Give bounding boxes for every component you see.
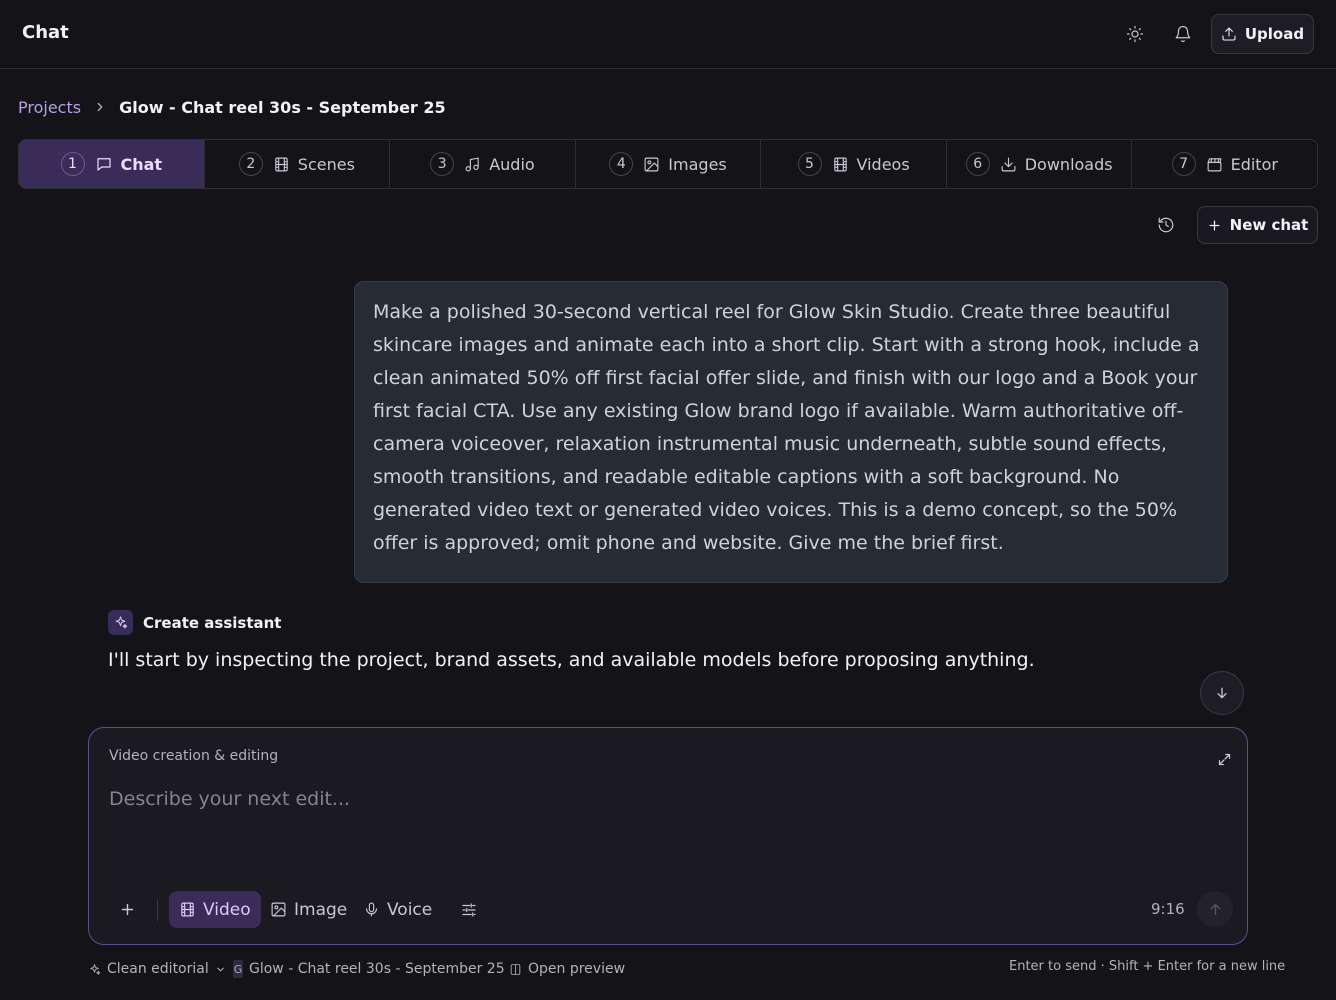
mode-image-button[interactable]: Image: [260, 891, 357, 928]
open-preview-button[interactable]: Open preview: [509, 959, 625, 979]
add-attachment-button[interactable]: [113, 895, 141, 923]
step-images[interactable]: 4 Images: [576, 140, 762, 188]
mode-image-label: Image: [294, 899, 348, 920]
bell-icon: [1174, 25, 1192, 43]
prompt-input[interactable]: [109, 788, 1209, 848]
sun-icon: [1126, 25, 1144, 43]
image-icon: [643, 156, 660, 173]
step-editor[interactable]: 7 Editor: [1132, 140, 1317, 188]
chevron-down-icon: [215, 964, 226, 975]
music-note-icon: [464, 156, 481, 173]
step-number: 4: [609, 152, 634, 176]
step-label: Images: [668, 154, 727, 174]
step-number: 3: [430, 152, 455, 176]
sliders-icon: [460, 901, 478, 919]
project-label: Glow - Chat reel 30s - September 25: [249, 961, 505, 977]
step-number: 2: [238, 152, 263, 176]
download-icon: [1000, 156, 1017, 173]
step-label: Editor: [1230, 154, 1278, 174]
breadcrumb-projects-link[interactable]: Projects: [18, 98, 81, 117]
step-label: Videos: [856, 154, 910, 174]
step-label: Chat: [120, 154, 163, 174]
step-number: 1: [60, 152, 85, 176]
step-videos[interactable]: 5 Videos: [761, 140, 947, 188]
user-message: Make a polished 30-second vertical reel …: [354, 281, 1228, 583]
keyboard-hint: Enter to send · Shift + Enter for a new …: [1009, 959, 1286, 974]
history-icon: [1157, 216, 1175, 234]
expand-icon: [1217, 752, 1232, 767]
sparkles-icon: [108, 610, 133, 635]
open-preview-label: Open preview: [528, 961, 626, 977]
style-label: Clean editorial: [107, 961, 209, 977]
mode-voice-button[interactable]: Voice: [353, 891, 442, 928]
mode-video-button[interactable]: Video: [169, 891, 261, 928]
assistant-header: Create assistant: [108, 610, 281, 635]
mode-voice-label: Voice: [387, 899, 433, 920]
step-label: Audio: [489, 154, 535, 174]
assistant-name: Create assistant: [143, 613, 282, 632]
workflow-steps: 1 Chat 2 Scenes 3 Audio 4 Images 5 Video…: [18, 139, 1318, 189]
chat-history-button[interactable]: [1152, 211, 1180, 239]
microphone-icon: [363, 901, 380, 918]
top-bar: Chat Upload: [0, 0, 1336, 69]
breadcrumb-current: Glow - Chat reel 30s - September 25: [119, 97, 446, 117]
theme-toggle-button[interactable]: [1121, 20, 1149, 48]
upload-button[interactable]: Upload: [1211, 14, 1314, 54]
composer: Video creation & editing Video Image: [88, 727, 1248, 945]
divider: [157, 899, 158, 921]
aspect-ratio-selector[interactable]: 9:16: [1151, 900, 1185, 918]
arrow-down-icon: [1214, 685, 1230, 701]
plus-icon: [1207, 218, 1222, 233]
step-audio[interactable]: 3 Audio: [390, 140, 576, 188]
step-number: 7: [1171, 152, 1196, 176]
settings-button[interactable]: [455, 896, 483, 924]
new-chat-button[interactable]: New chat: [1197, 206, 1318, 244]
composer-mode-label: Video creation & editing: [109, 748, 279, 764]
send-button[interactable]: [1197, 891, 1233, 927]
step-label: Scenes: [297, 154, 355, 174]
composer-toolbar: Video Image Voice 9:16: [109, 891, 1233, 928]
assistant-message: I'll start by inspecting the project, br…: [108, 649, 1035, 671]
app-title: Chat: [22, 22, 69, 43]
expand-composer-button[interactable]: [1213, 748, 1235, 770]
brand-logo: G: [233, 960, 243, 978]
chevron-right-icon: [93, 100, 107, 114]
arrow-up-icon: [1207, 901, 1224, 918]
notifications-button[interactable]: [1169, 20, 1197, 48]
step-chat[interactable]: 1 Chat: [19, 140, 205, 188]
chat-bubble-icon: [95, 155, 113, 173]
step-label: Downloads: [1024, 154, 1113, 174]
mode-video-label: Video: [203, 899, 251, 920]
panel-icon: [509, 963, 522, 976]
film-icon: [832, 156, 849, 173]
upload-label: Upload: [1244, 25, 1305, 43]
new-chat-label: New chat: [1229, 216, 1309, 234]
scroll-to-bottom-button[interactable]: [1200, 671, 1244, 715]
clapperboard-icon: [1206, 156, 1223, 173]
upload-icon: [1221, 26, 1237, 42]
film-icon: [273, 156, 290, 173]
style-selector[interactable]: Clean editorial: [88, 959, 226, 979]
step-number: 6: [965, 152, 990, 176]
image-icon: [270, 901, 287, 918]
step-scenes[interactable]: 2 Scenes: [205, 140, 391, 188]
film-icon: [179, 901, 196, 918]
step-number: 5: [797, 152, 822, 176]
step-downloads[interactable]: 6 Downloads: [947, 140, 1133, 188]
plus-icon: [119, 901, 136, 918]
breadcrumb: Projects Glow - Chat reel 30s - Septembe…: [18, 96, 446, 118]
project-selector[interactable]: G Glow - Chat reel 30s - September 25: [233, 959, 505, 979]
sparkles-icon: [88, 963, 101, 976]
